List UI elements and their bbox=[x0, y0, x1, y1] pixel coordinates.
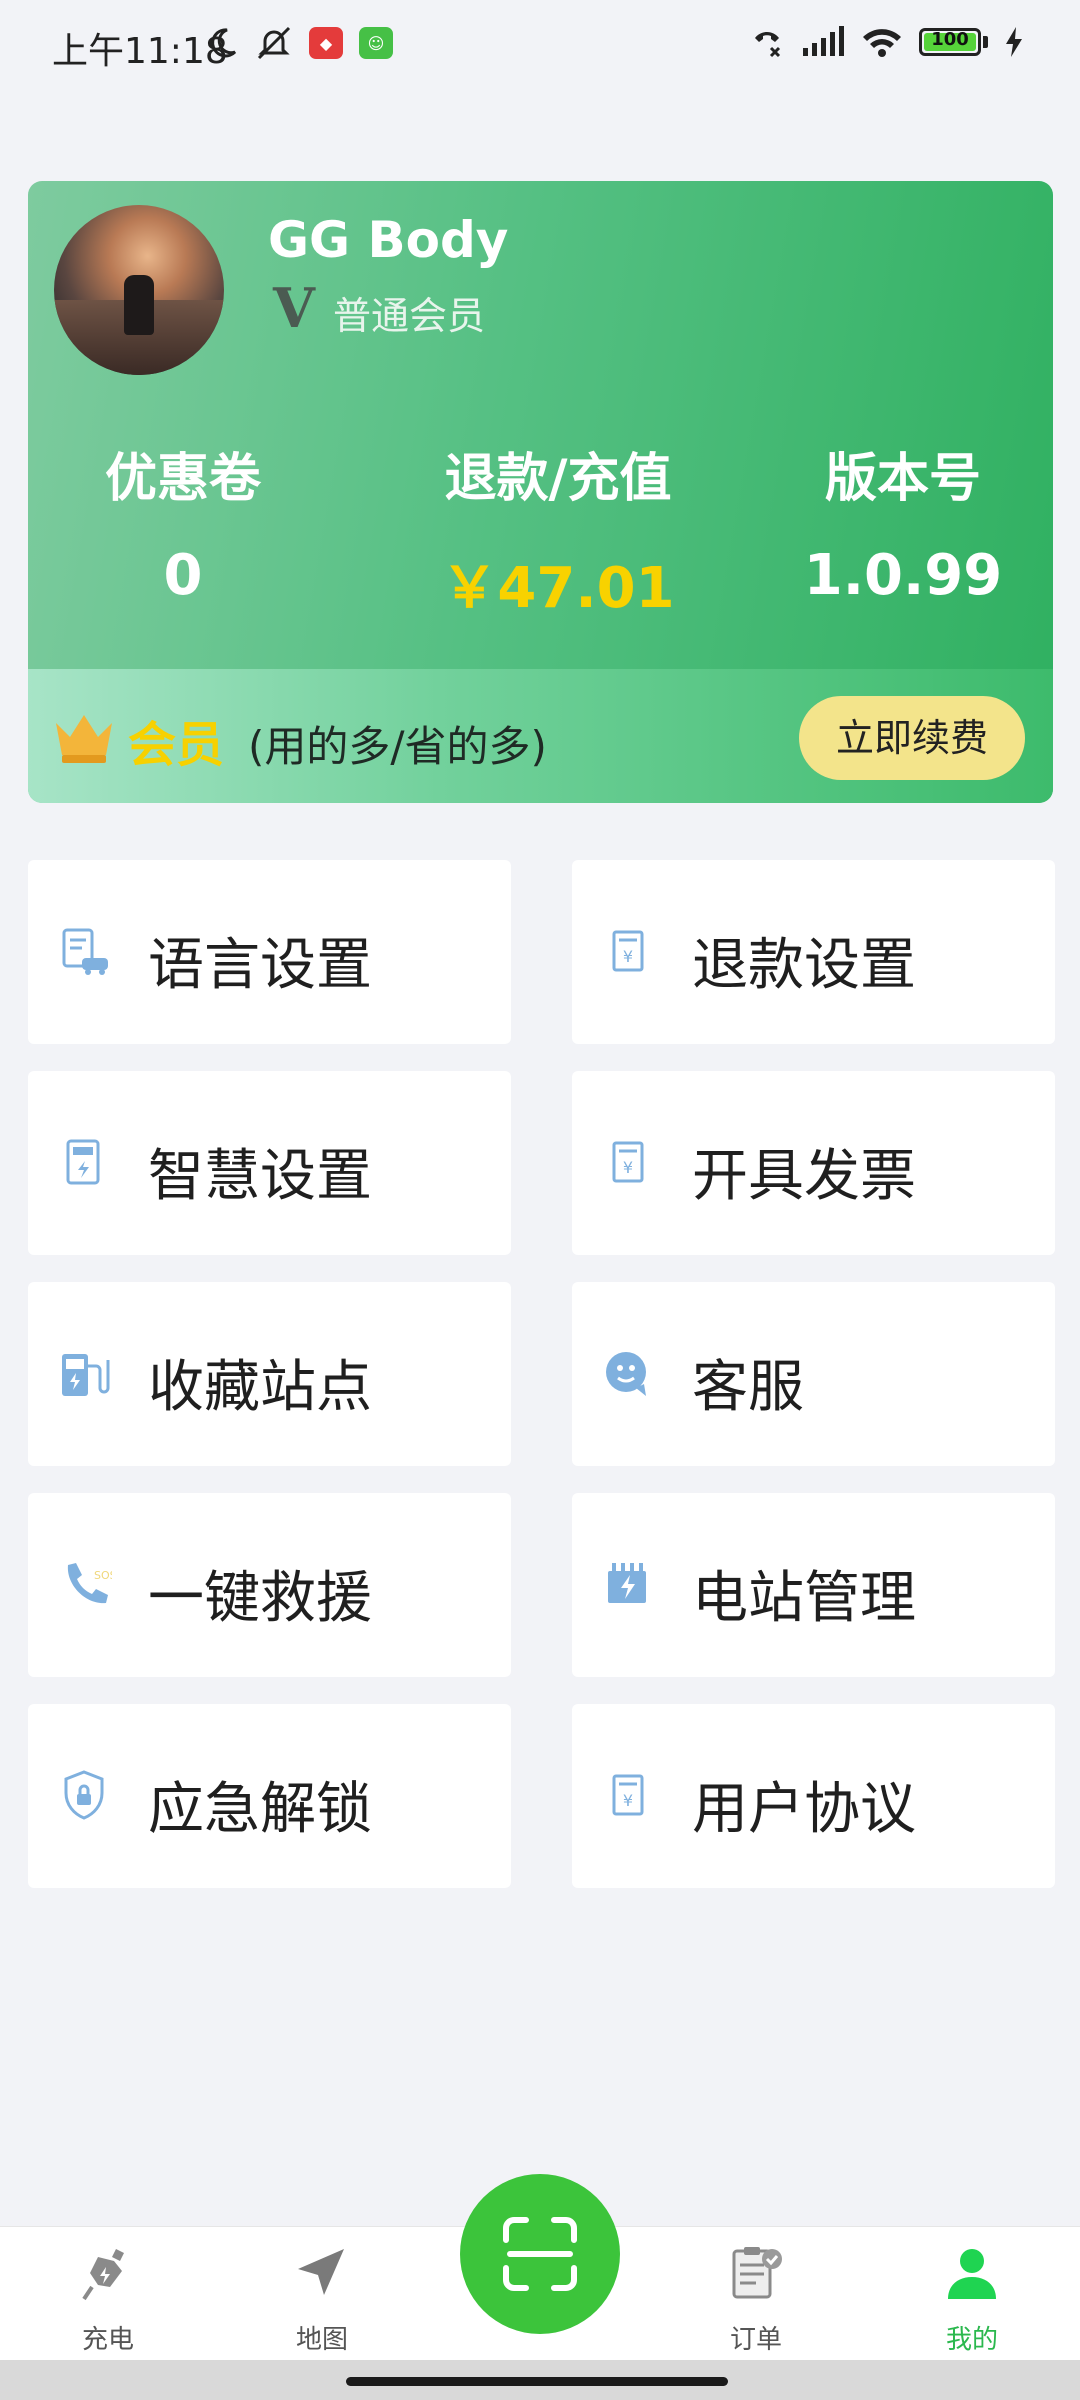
refund-receipt-icon: ¥ bbox=[612, 930, 644, 972]
menu-label: 电站管理 bbox=[692, 1566, 916, 1631]
order-clipboard-icon bbox=[732, 2247, 782, 2299]
stat-value: ￥47.01 bbox=[441, 556, 675, 621]
menu-grid: 语言设置 ¥ 退款设置 智慧设置 ¥ 开具发票 收藏站点 客服 SOS 一键救援… bbox=[28, 860, 1055, 1888]
svg-text:¥: ¥ bbox=[623, 1791, 633, 1810]
menu-item-customer-service[interactable]: 客服 bbox=[572, 1282, 1055, 1466]
charging-bolt-icon bbox=[1006, 27, 1022, 57]
avatar[interactable] bbox=[54, 205, 224, 375]
crown-icon bbox=[56, 715, 112, 763]
moon-icon bbox=[211, 28, 237, 58]
wifi-icon bbox=[863, 29, 901, 57]
menu-item-language[interactable]: 语言设置 bbox=[28, 860, 511, 1044]
nav-tab-profile[interactable]: 我的 bbox=[902, 2243, 1042, 2356]
stat-label: 退款/充值 bbox=[444, 449, 672, 509]
status-left-icons: ◆ ☺ bbox=[205, 24, 393, 62]
svg-text:¥: ¥ bbox=[623, 947, 633, 966]
navigate-arrow-icon bbox=[298, 2249, 344, 2295]
stat-value: 0 bbox=[163, 543, 203, 608]
nav-label: 充电 bbox=[81, 2325, 134, 2355]
nav-tab-orders[interactable]: 订单 bbox=[686, 2243, 826, 2356]
mute-icon bbox=[257, 26, 291, 60]
stat-label: 优惠卷 bbox=[104, 449, 261, 509]
membership-subtitle: (用的多/省的多) bbox=[248, 722, 547, 771]
battery-tip bbox=[983, 36, 988, 48]
nav-tab-map[interactable]: 地图 bbox=[252, 2243, 392, 2356]
charge-plug-icon bbox=[82, 2249, 124, 2301]
smart-device-icon bbox=[66, 1139, 100, 1185]
menu-item-smart[interactable]: 智慧设置 bbox=[28, 1071, 511, 1255]
stat-value: 1.0.99 bbox=[803, 543, 1003, 608]
nav-label: 地图 bbox=[295, 2325, 348, 2355]
user-icon bbox=[948, 2249, 996, 2299]
status-right-icons: 100 bbox=[749, 24, 1024, 60]
menu-label: 一键救援 bbox=[148, 1566, 372, 1631]
status-bar: 上午11:18 ◆ ☺ 100 bbox=[0, 0, 1080, 92]
stat-balance[interactable]: 退款/充值 ￥47.01 bbox=[398, 436, 718, 624]
stat-label: 版本号 bbox=[824, 449, 981, 509]
power-station-icon bbox=[608, 1563, 646, 1603]
renew-button[interactable]: 立即续费 bbox=[799, 696, 1025, 780]
agreement-icon: ¥ bbox=[612, 1774, 644, 1816]
app-notification-icon: ◆ bbox=[309, 27, 343, 59]
menu-label: 客服 bbox=[692, 1355, 804, 1420]
nav-label: 我的 bbox=[945, 2325, 998, 2355]
stat-version: 版本号 1.0.99 bbox=[783, 436, 1023, 608]
menu-label: 退款设置 bbox=[692, 933, 916, 998]
stat-coupons[interactable]: 优惠卷 0 bbox=[83, 436, 283, 608]
menu-item-rescue[interactable]: SOS 一键救援 bbox=[28, 1493, 511, 1677]
robot-notification-icon: ☺ bbox=[359, 27, 393, 59]
shield-lock-icon bbox=[64, 1770, 104, 1820]
invoice-icon: ¥ bbox=[612, 1141, 644, 1183]
nav-label: 订单 bbox=[729, 2325, 782, 2355]
menu-label: 应急解锁 bbox=[148, 1777, 372, 1842]
vip-level-icon: V bbox=[273, 276, 315, 340]
menu-item-invoice[interactable]: ¥ 开具发票 bbox=[572, 1071, 1055, 1255]
menu-item-favorites[interactable]: 收藏站点 bbox=[28, 1282, 511, 1466]
scan-icon bbox=[503, 2217, 577, 2291]
scan-button[interactable] bbox=[460, 2174, 620, 2334]
menu-label: 收藏站点 bbox=[148, 1355, 372, 1420]
profile-card: GG Body V 普通会员 优惠卷 0 退款/充值 ￥47.01 版本号 1.… bbox=[28, 181, 1053, 803]
menu-label: 开具发票 bbox=[692, 1144, 916, 1209]
member-level: 普通会员 bbox=[333, 294, 486, 338]
nav-tab-charge[interactable]: 充电 bbox=[38, 2243, 178, 2356]
menu-item-user-agreement[interactable]: ¥ 用户协议 bbox=[572, 1704, 1055, 1888]
car-document-icon bbox=[62, 928, 108, 975]
charging-station-icon bbox=[62, 1354, 110, 1396]
membership-bar: 会员 (用的多/省的多) 立即续费 bbox=[28, 669, 1053, 803]
battery-icon: 100 bbox=[919, 28, 981, 56]
menu-label: 用户协议 bbox=[692, 1777, 916, 1842]
svg-text:¥: ¥ bbox=[623, 1158, 633, 1177]
menu-item-refund[interactable]: ¥ 退款设置 bbox=[572, 860, 1055, 1044]
membership-title: 会员 bbox=[128, 717, 225, 773]
menu-label: 语言设置 bbox=[148, 933, 372, 998]
signal-icon bbox=[803, 26, 844, 56]
home-indicator[interactable] bbox=[346, 2377, 728, 2386]
username: GG Body bbox=[268, 211, 509, 269]
phone-icon: SOS bbox=[67, 1563, 112, 1604]
call-icon bbox=[755, 32, 781, 58]
status-time: 上午11:18 bbox=[52, 31, 228, 72]
svg-text:SOS: SOS bbox=[94, 1569, 112, 1582]
battery-level: 100 bbox=[931, 29, 969, 50]
menu-item-station-management[interactable]: 电站管理 bbox=[572, 1493, 1055, 1677]
customer-service-icon bbox=[606, 1352, 646, 1396]
menu-item-emergency-unlock[interactable]: 应急解锁 bbox=[28, 1704, 511, 1888]
menu-label: 智慧设置 bbox=[148, 1144, 372, 1209]
